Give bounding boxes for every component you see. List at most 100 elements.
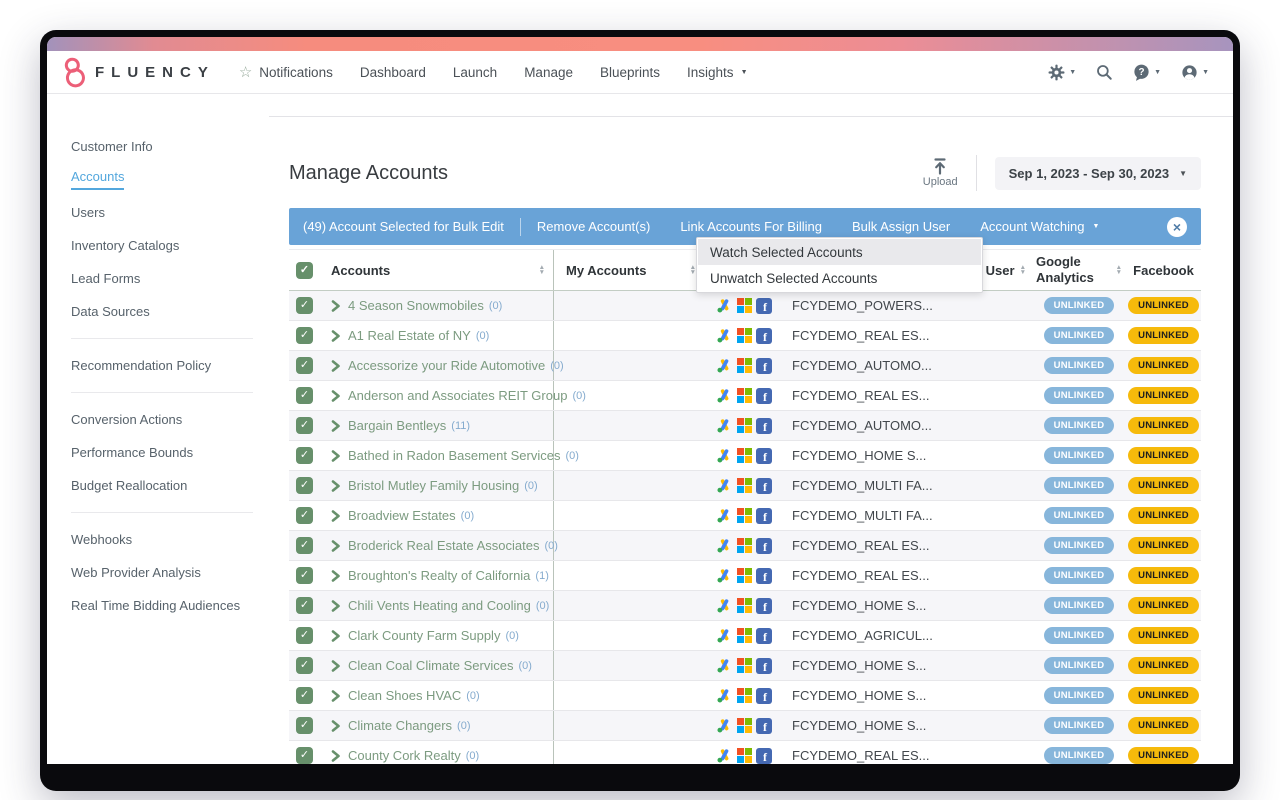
chevron-right-icon[interactable] xyxy=(331,539,341,552)
account-name-link[interactable]: Broadview Estates xyxy=(348,508,456,523)
chevron-right-icon[interactable] xyxy=(331,389,341,402)
account-name-link[interactable]: Broughton's Realty of California xyxy=(348,568,530,583)
table-row: ✓ Chili Vents Heating and Cooling (0) f … xyxy=(289,591,1201,621)
row-checkbox[interactable]: ✓ xyxy=(296,387,313,404)
sort-icon[interactable]: ▲ ▼ xyxy=(1116,264,1122,276)
dropdown-menu-item[interactable]: Unwatch Selected Accounts xyxy=(698,265,981,291)
chevron-right-icon[interactable] xyxy=(331,689,341,702)
chevron-right-icon[interactable] xyxy=(331,299,341,312)
account-name-link[interactable]: Bargain Bentleys xyxy=(348,418,446,433)
chevron-right-icon[interactable] xyxy=(331,569,341,582)
account-name-link[interactable]: Clark County Farm Supply xyxy=(348,628,500,643)
row-checkbox[interactable]: ✓ xyxy=(296,537,313,554)
row-checkbox[interactable]: ✓ xyxy=(296,747,313,764)
account-name-link[interactable]: Bathed in Radon Basement Services xyxy=(348,448,560,463)
sidebar-item[interactable]: Recommendation Policy xyxy=(71,349,269,382)
account-name-link[interactable]: Chili Vents Heating and Cooling xyxy=(348,598,531,613)
sidebar-item[interactable]: Web Provider Analysis xyxy=(71,556,269,589)
chevron-right-icon[interactable] xyxy=(331,359,341,372)
close-bulk-toolbar-button[interactable]: × xyxy=(1167,216,1187,237)
help-button[interactable]: ? ▼ xyxy=(1132,63,1161,82)
upload-icon xyxy=(934,158,946,175)
chevron-right-icon[interactable] xyxy=(331,599,341,612)
nav-item[interactable]: Blueprints xyxy=(600,65,660,80)
sidebar-item[interactable]: Conversion Actions xyxy=(71,403,269,436)
select-all-checkbox[interactable]: ✓ xyxy=(296,261,313,279)
ga-status-badge: UNLINKED xyxy=(1043,417,1115,434)
sidebar-item-label: Performance Bounds xyxy=(71,445,194,460)
sidebar-item[interactable]: Users xyxy=(71,196,269,229)
sidebar-item[interactable]: Performance Bounds xyxy=(71,436,269,469)
bulk-action-button[interactable]: Bulk Assign User xyxy=(852,219,950,234)
row-checkbox[interactable]: ✓ xyxy=(296,297,313,314)
account-name-link[interactable]: Accessorize your Ride Automotive xyxy=(348,358,545,373)
sidebar-item[interactable]: Budget Reallocation xyxy=(71,469,269,502)
account-menu-button[interactable]: ▼ xyxy=(1180,63,1209,82)
chevron-right-icon[interactable] xyxy=(331,479,341,492)
user-cell xyxy=(971,681,1026,710)
row-checkbox[interactable]: ✓ xyxy=(296,687,313,704)
account-name-link[interactable]: Broderick Real Estate Associates xyxy=(348,538,539,553)
row-checkbox[interactable]: ✓ xyxy=(296,477,313,494)
account-id-cell: FCYDEMO_REAL ES... xyxy=(786,531,971,560)
google-analytics-cell: UNLINKED xyxy=(1026,531,1126,560)
nav-item[interactable]: Dashboard xyxy=(360,65,426,80)
account-name-link[interactable]: Bristol Mutley Family Housing xyxy=(348,478,519,493)
chevron-right-icon[interactable] xyxy=(331,509,341,522)
sidebar-item[interactable]: Inventory Catalogs xyxy=(71,229,269,262)
chevron-right-icon[interactable] xyxy=(331,749,341,762)
sidebar-item[interactable]: Real Time Bidding Audiences xyxy=(71,589,269,622)
account-id: FCYDEMO_REAL ES... xyxy=(792,538,930,553)
bulk-action-button[interactable]: Link Accounts For Billing xyxy=(680,219,822,234)
account-name-link[interactable]: A1 Real Estate of NY xyxy=(348,328,471,343)
row-checkbox[interactable]: ✓ xyxy=(296,507,313,524)
row-checkbox[interactable]: ✓ xyxy=(296,567,313,584)
upload-button[interactable]: Upload xyxy=(923,158,958,188)
chevron-right-icon[interactable] xyxy=(331,719,341,732)
account-watching-menu-button[interactable]: Account Watching ▼ xyxy=(980,219,1099,234)
date-range-picker[interactable]: Sep 1, 2023 - Sep 30, 2023 ▼ xyxy=(994,156,1201,190)
sort-icon[interactable]: ▲ ▼ xyxy=(539,264,545,276)
dropdown-menu-item[interactable]: Watch Selected Accounts xyxy=(698,239,981,265)
sidebar-item[interactable]: Customer Info xyxy=(71,130,269,163)
account-name-link[interactable]: Clean Shoes HVAC xyxy=(348,688,461,703)
chevron-right-icon[interactable] xyxy=(331,449,341,462)
my-accounts-cell xyxy=(554,651,706,680)
account-name-link[interactable]: Anderson and Associates REIT Group xyxy=(348,388,567,403)
facebook-cell: UNLINKED xyxy=(1126,711,1201,740)
fb-status-badge: UNLINKED xyxy=(1128,657,1199,674)
sidebar-item[interactable]: Lead Forms xyxy=(71,262,269,295)
my-accounts-cell xyxy=(554,681,706,710)
row-checkbox[interactable]: ✓ xyxy=(296,417,313,434)
nav-item[interactable]: Launch xyxy=(453,65,497,80)
chevron-right-icon[interactable] xyxy=(331,419,341,432)
nav-item[interactable]: ☆ Notifications xyxy=(239,65,333,80)
table-row: ✓ Broderick Real Estate Associates (0) f… xyxy=(289,531,1201,561)
account-name-link[interactable]: Climate Changers xyxy=(348,718,452,733)
sidebar-item[interactable]: Accounts xyxy=(71,163,269,196)
sidebar-item[interactable]: Webhooks xyxy=(71,523,269,556)
nav-item[interactable]: Insights ▼ xyxy=(687,65,747,80)
sidebar-item[interactable]: Data Sources xyxy=(71,295,269,328)
google-analytics-cell: UNLINKED xyxy=(1026,561,1126,590)
bulk-action-button[interactable]: Remove Account(s) xyxy=(537,219,650,234)
row-checkbox[interactable]: ✓ xyxy=(296,447,313,464)
account-name-link[interactable]: County Cork Realty xyxy=(348,748,461,763)
search-button[interactable] xyxy=(1095,63,1113,81)
row-checkbox[interactable]: ✓ xyxy=(296,627,313,644)
row-select-cell: ✓ xyxy=(289,591,321,620)
row-checkbox[interactable]: ✓ xyxy=(296,327,313,344)
nav-item[interactable]: Manage xyxy=(524,65,573,80)
account-name-link[interactable]: Clean Coal Climate Services xyxy=(348,658,513,673)
account-id: FCYDEMO_MULTI FA... xyxy=(792,508,933,523)
fb-status-badge: UNLINKED xyxy=(1128,387,1199,404)
chevron-right-icon[interactable] xyxy=(331,329,341,342)
row-checkbox[interactable]: ✓ xyxy=(296,657,313,674)
row-checkbox[interactable]: ✓ xyxy=(296,717,313,734)
chevron-right-icon[interactable] xyxy=(331,629,341,642)
settings-button[interactable]: ▼ xyxy=(1047,63,1076,82)
row-checkbox[interactable]: ✓ xyxy=(296,357,313,374)
row-checkbox[interactable]: ✓ xyxy=(296,597,313,614)
chevron-right-icon[interactable] xyxy=(331,659,341,672)
account-name-link[interactable]: 4 Season Snowmobiles xyxy=(348,298,484,313)
